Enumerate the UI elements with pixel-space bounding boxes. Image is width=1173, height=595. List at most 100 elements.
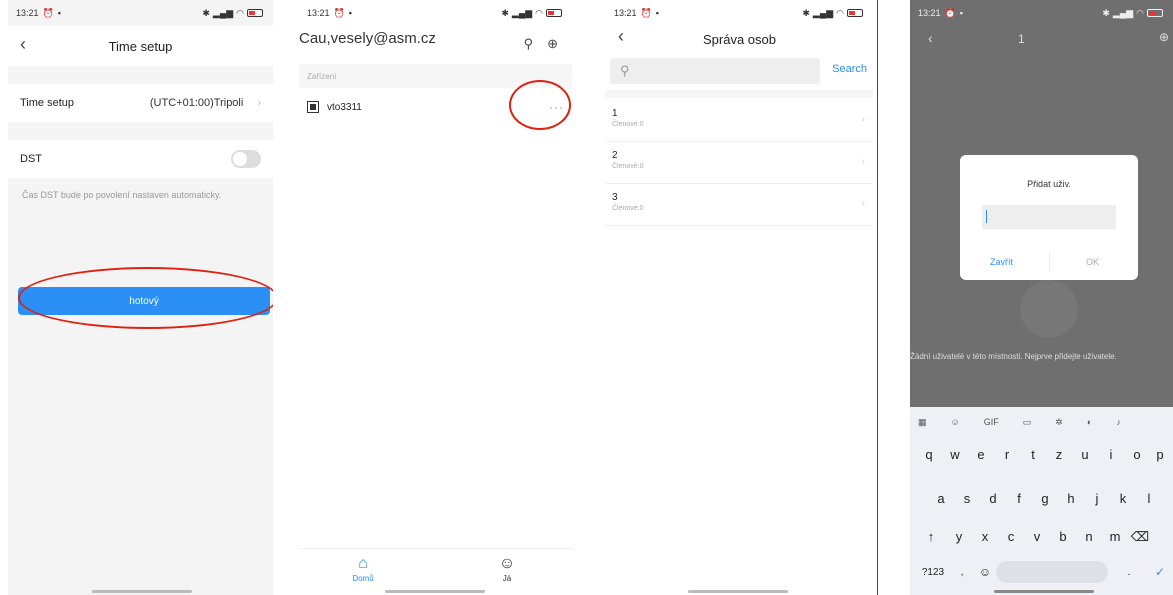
time-setup-row[interactable]: Time setup (UTC+01:00)Tripoli › — [8, 84, 273, 122]
key[interactable]: d — [980, 491, 1006, 506]
dst-label: DST — [20, 153, 42, 165]
back-icon[interactable]: ‹ — [20, 34, 26, 55]
red-highlight-ellipse — [18, 267, 273, 329]
backspace-icon[interactable]: ⌫ — [1128, 529, 1152, 545]
intercom-icon — [307, 101, 319, 113]
key[interactable]: k — [1110, 491, 1136, 506]
shift-icon[interactable]: ↑ — [916, 529, 946, 545]
comma-key[interactable]: , — [950, 567, 974, 578]
emoji-sticker-icon[interactable]: ☺ — [951, 417, 960, 428]
battery-icon — [546, 9, 562, 17]
key[interactable]: s — [954, 491, 980, 506]
key[interactable]: q — [916, 447, 942, 462]
key[interactable]: n — [1076, 529, 1102, 545]
list-item[interactable]: 1 Členové:0 › — [606, 100, 873, 142]
divider — [606, 90, 873, 98]
page-title: Time setup — [108, 38, 173, 54]
member-name: 1 — [612, 108, 618, 119]
status-time: 13:21 — [918, 8, 941, 18]
tab-home-label: Domů — [352, 574, 374, 583]
apps-icon[interactable]: ▦ — [918, 417, 927, 428]
key[interactable]: i — [1098, 447, 1124, 462]
add-icon[interactable]: ⊕ — [547, 36, 558, 52]
list-item[interactable]: 3 Členové:0 › — [606, 184, 873, 226]
symbols-key[interactable]: ?123 — [916, 567, 950, 578]
check-icon[interactable]: ✓ — [1150, 565, 1170, 579]
list-item[interactable]: 2 Členové:0 › — [606, 142, 873, 184]
dst-toggle[interactable] — [231, 150, 261, 168]
mic-icon[interactable]: ♪ — [1116, 417, 1121, 428]
member-count: Členové:0 — [612, 121, 644, 128]
key[interactable]: y — [946, 529, 972, 545]
search-button[interactable]: Search — [832, 63, 867, 75]
chevron-right-icon: › — [861, 114, 865, 125]
signal-icon: ▂▄▆ — [812, 7, 834, 18]
lock-icon: ▪ — [348, 8, 352, 18]
home-screen: 13:21 ⏰ ▪ ✱ ▂▄▆ ◠ Cau,vesely@asm.cz ⚲ ⊕ Zaří… — [299, 0, 572, 595]
lock-icon: ▪ — [655, 8, 659, 18]
search-icon[interactable]: ⚲ — [524, 36, 534, 52]
status-time: 13:21 — [614, 8, 637, 18]
key[interactable]: z — [1046, 447, 1072, 462]
palette-icon[interactable]: ◐ — [1087, 417, 1092, 428]
key[interactable]: g — [1032, 491, 1058, 506]
status-time: 13:21 — [16, 8, 39, 18]
key[interactable]: l — [1136, 491, 1162, 506]
signal-icon: ▂▄▆ — [1112, 7, 1134, 18]
red-highlight-ellipse — [509, 80, 571, 130]
tab-me[interactable]: ☺ Já — [477, 555, 537, 583]
wifi-icon: ◠ — [535, 7, 543, 18]
tab-home[interactable]: ⌂ Domů — [333, 555, 393, 583]
back-icon[interactable]: ‹ — [928, 30, 933, 46]
add-icon[interactable]: ⊕ — [1159, 30, 1169, 44]
home-icon: ⌂ — [358, 555, 368, 572]
search-input[interactable]: ⚲ — [610, 58, 820, 84]
home-indicator — [688, 590, 788, 593]
key[interactable]: e — [968, 447, 994, 462]
status-bar: 13:21 ⏰ ▪ ✱ ▂▄▆ ◠ — [299, 0, 572, 26]
key[interactable]: x — [972, 529, 998, 545]
key[interactable]: j — [1084, 491, 1110, 506]
key[interactable]: v — [1024, 529, 1050, 545]
key[interactable]: c — [998, 529, 1024, 545]
key[interactable]: r — [994, 447, 1020, 462]
time-zone-value: (UTC+01:00)Tripoli — [149, 97, 244, 109]
lock-icon: ▪ — [959, 8, 963, 18]
key[interactable]: u — [1072, 447, 1098, 462]
gear-icon[interactable]: ✲ — [1055, 417, 1063, 428]
key[interactable]: f — [1006, 491, 1032, 506]
wifi-icon: ◠ — [236, 7, 244, 18]
clipboard-icon[interactable]: ▭ — [1023, 417, 1032, 428]
dialog-title: Přidat uživ. — [1027, 179, 1071, 189]
close-button[interactable]: Zavřít — [990, 257, 1013, 267]
key[interactable]: t — [1020, 447, 1046, 462]
tab-bar: ⌂ Domů ☺ Já — [299, 548, 572, 592]
chevron-right-icon: › — [257, 97, 261, 109]
divider — [1049, 251, 1050, 271]
chevron-right-icon: › — [861, 156, 865, 167]
gif-button[interactable]: GIF — [984, 417, 999, 428]
key[interactable]: a — [928, 491, 954, 506]
key[interactable]: m — [1102, 529, 1128, 545]
alarm-icon: ⏰ — [640, 7, 652, 18]
key[interactable]: h — [1058, 491, 1084, 506]
face-icon: ☺ — [498, 555, 516, 572]
key[interactable]: b — [1050, 529, 1076, 545]
time-setup-screen: 13:21 ⏰ ▪ ✱ ▂▄▆ ◠ ‹ Time setup Time setup (U… — [8, 0, 273, 595]
alarm-icon: ⏰ — [944, 7, 956, 18]
empty-state-icon — [1020, 280, 1078, 338]
period-key[interactable]: . — [1108, 567, 1150, 578]
space-bar[interactable] — [996, 561, 1108, 583]
ok-button[interactable]: OK — [1086, 257, 1099, 267]
user-name-input[interactable] — [982, 205, 1116, 229]
key[interactable]: p — [1150, 447, 1170, 462]
emoji-icon[interactable]: ☺ — [974, 565, 996, 579]
wifi-icon: ◠ — [836, 7, 844, 18]
home-indicator — [385, 590, 485, 593]
key[interactable]: w — [942, 447, 968, 462]
bluetooth-icon: ✱ — [202, 7, 210, 18]
device-name: vto3311 — [327, 101, 362, 113]
key[interactable]: o — [1124, 447, 1150, 462]
home-indicator — [92, 590, 192, 593]
alarm-icon: ⏰ — [42, 7, 54, 18]
